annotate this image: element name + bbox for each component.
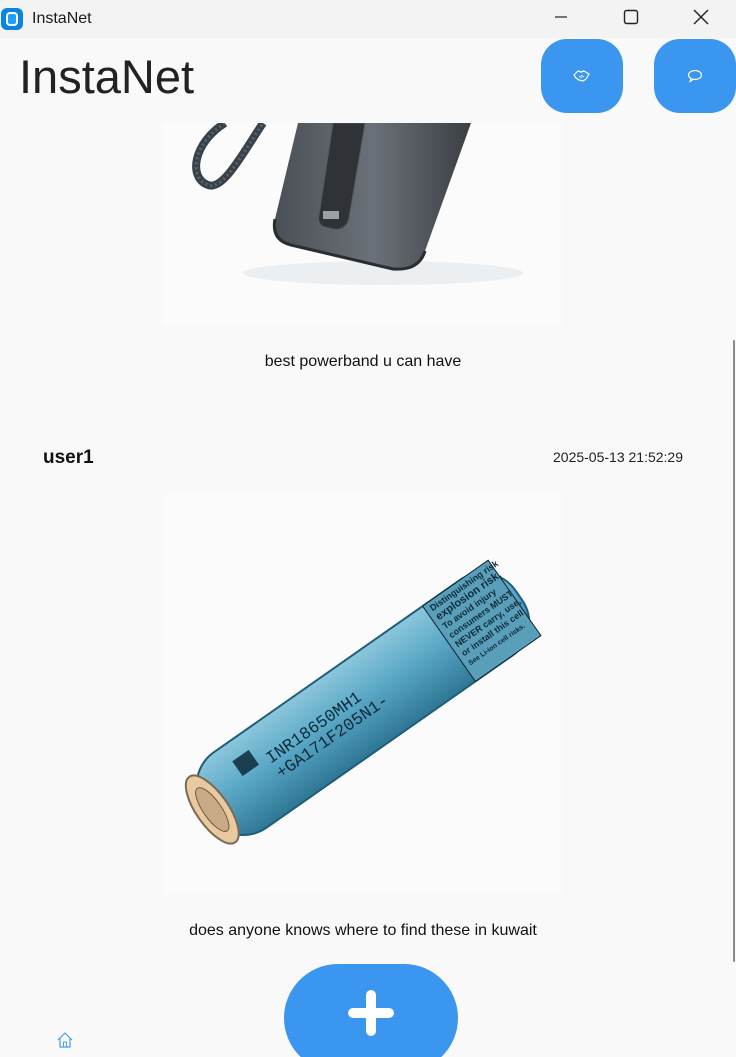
post-image-battery: INR18650MH1 +GA171F205N1- Distinguishing…	[163, 494, 563, 894]
close-icon	[693, 9, 709, 25]
post-timestamp: 2025-05-13 21:52:29	[553, 449, 683, 465]
home-icon	[57, 1032, 73, 1048]
feed-scrollbar[interactable]	[733, 340, 735, 962]
chat-bubble-icon	[687, 69, 703, 83]
post-image-powerbank	[163, 123, 563, 325]
window-controls	[526, 0, 736, 34]
chat-button[interactable]	[654, 39, 736, 113]
home-button[interactable]	[56, 1031, 74, 1054]
post-feed[interactable]: best powerband u can have user1 2025-05-…	[0, 123, 736, 1057]
page-title: InstaNet	[19, 50, 195, 103]
maximize-icon	[623, 9, 639, 25]
post-caption: best powerband u can have	[264, 353, 462, 370]
maximize-button[interactable]	[596, 0, 666, 34]
powerbank-image	[192, 123, 523, 285]
handshake-icon	[573, 70, 590, 82]
window-title: InstaNet	[32, 10, 92, 27]
plus-icon	[348, 990, 394, 1036]
minimize-button[interactable]	[526, 0, 596, 34]
handshake-button[interactable]	[541, 39, 623, 113]
post-username[interactable]: user1	[43, 447, 94, 469]
app-icon	[1, 8, 23, 30]
battery-image: INR18650MH1 +GA171F205N1- Distinguishing…	[184, 558, 542, 845]
minimize-icon	[555, 16, 567, 18]
close-window-button[interactable]	[666, 0, 736, 34]
post-caption: does anyone knows where to find these in…	[189, 922, 537, 939]
app-header: InstaNet	[0, 38, 736, 123]
add-post-button[interactable]	[284, 964, 458, 1057]
window-titlebar: InstaNet	[0, 0, 736, 38]
